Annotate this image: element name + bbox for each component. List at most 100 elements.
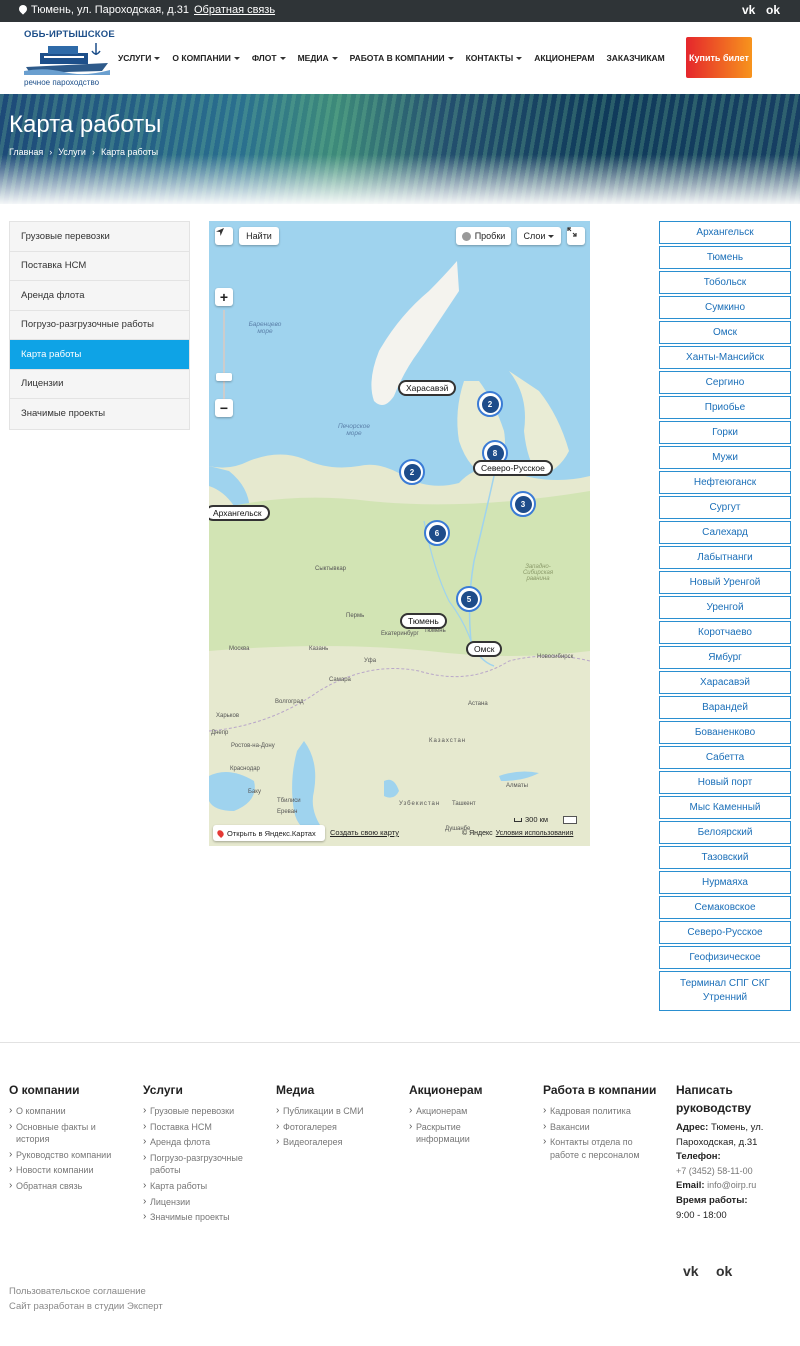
open-yandex-maps-button[interactable]: Открыть в Яндекс.Картах bbox=[213, 825, 325, 841]
map-cluster[interactable]: 2 bbox=[477, 391, 503, 417]
logo[interactable]: ОБЬ-ИРТЫШСКОЕ речное пароходство bbox=[24, 29, 115, 87]
odnoklassniki-icon[interactable]: ok bbox=[766, 3, 780, 17]
map-cluster[interactable]: 2 bbox=[399, 459, 425, 485]
nav-media[interactable]: МЕДИА bbox=[298, 53, 338, 63]
buy-ticket-button[interactable]: Купить билет bbox=[686, 37, 752, 78]
footer-link[interactable]: Видеогалерея bbox=[276, 1135, 396, 1149]
city-button[interactable]: Архангельск bbox=[659, 221, 791, 244]
breadcrumb-home[interactable]: Главная bbox=[9, 147, 43, 157]
city-button[interactable]: Мыс Каменный bbox=[659, 796, 791, 819]
footer-link[interactable]: О компании bbox=[9, 1104, 129, 1118]
zoom-in-button[interactable]: + bbox=[215, 288, 233, 306]
zoom-out-button[interactable]: − bbox=[215, 399, 233, 417]
breadcrumb-services[interactable]: Услуги bbox=[58, 147, 86, 157]
nav-fleet[interactable]: ФЛОТ bbox=[252, 53, 286, 63]
map-marker-label[interactable]: Архангельск bbox=[209, 505, 270, 521]
developer-credit[interactable]: Сайт разработан в студии Эксперт bbox=[9, 1301, 163, 1312]
footer-link[interactable]: Вакансии bbox=[543, 1120, 658, 1134]
city-button[interactable]: Семаковское bbox=[659, 896, 791, 919]
city-button[interactable]: Белоярский bbox=[659, 821, 791, 844]
nav-shareholders[interactable]: АКЦИОНЕРАМ bbox=[534, 53, 594, 63]
city-button[interactable]: Сабетта bbox=[659, 746, 791, 769]
footer-link[interactable]: Обратная связь bbox=[9, 1179, 129, 1193]
nav-customers[interactable]: ЗАКАЗЧИКАМ bbox=[606, 53, 664, 63]
city-button[interactable]: Харасавэй bbox=[659, 671, 791, 694]
city-button[interactable]: Тазовский bbox=[659, 846, 791, 869]
city-button[interactable]: Ханты-Мансийск bbox=[659, 346, 791, 369]
footer-link[interactable]: Карта работы bbox=[143, 1179, 267, 1193]
feedback-link[interactable]: Обратная связь bbox=[194, 4, 275, 16]
nav-services[interactable]: УСЛУГИ bbox=[118, 53, 161, 63]
footer-link[interactable]: Основные факты и история bbox=[9, 1120, 129, 1146]
footer-link[interactable]: Контакты отдела по работе с персоналом bbox=[543, 1135, 653, 1161]
footer-link[interactable]: Руководство компании bbox=[9, 1148, 129, 1162]
city-button[interactable]: Ямбург bbox=[659, 646, 791, 669]
sidebar-item-licenses[interactable]: Лицензии bbox=[10, 369, 189, 399]
vk-icon[interactable]: vk bbox=[742, 3, 755, 17]
footer-link[interactable]: Грузовые перевозки bbox=[143, 1104, 267, 1118]
phone-value[interactable]: +7 (3452) 58-11-00 bbox=[676, 1165, 796, 1179]
terms-link[interactable]: Условия использования bbox=[496, 830, 574, 837]
city-button[interactable]: Приобье bbox=[659, 396, 791, 419]
city-button[interactable]: Геофизическое bbox=[659, 946, 791, 969]
city-button[interactable]: Мужи bbox=[659, 446, 791, 469]
zoom-slider-handle[interactable] bbox=[216, 373, 232, 381]
map-cluster[interactable]: 5 bbox=[456, 586, 482, 612]
city-button[interactable]: Тюмень bbox=[659, 246, 791, 269]
user-agreement-link[interactable]: Пользовательское соглашение bbox=[9, 1286, 146, 1297]
city-button[interactable]: Сергино bbox=[659, 371, 791, 394]
city-button[interactable]: Сургут bbox=[659, 496, 791, 519]
city-button[interactable]: Сумкино bbox=[659, 296, 791, 319]
footer-link[interactable]: Фотогалерея bbox=[276, 1120, 396, 1134]
city-button[interactable]: Терминал СПГ СКГ Утренний bbox=[659, 971, 791, 1011]
map-find-button[interactable]: Найти bbox=[239, 227, 279, 245]
footer-link[interactable]: Погрузо-разгрузочные работы bbox=[143, 1151, 267, 1177]
map-cluster[interactable]: 3 bbox=[510, 491, 536, 517]
city-button[interactable]: Варандей bbox=[659, 696, 791, 719]
traffic-button[interactable]: Пробки bbox=[456, 227, 511, 245]
city-button[interactable]: Нефтеюганск bbox=[659, 471, 791, 494]
city-button[interactable]: Нурмаяха bbox=[659, 871, 791, 894]
nav-about[interactable]: О КОМПАНИИ bbox=[172, 53, 240, 63]
map-marker-label[interactable]: Тюмень bbox=[400, 613, 447, 629]
footer-link[interactable]: Лицензии bbox=[143, 1195, 267, 1209]
map-marker-label[interactable]: Северо-Русское bbox=[473, 460, 553, 476]
city-button[interactable]: Омск bbox=[659, 321, 791, 344]
city-button[interactable]: Тобольск bbox=[659, 271, 791, 294]
zoom-slider[interactable] bbox=[223, 310, 225, 404]
sidebar-item-cargo[interactable]: Грузовые перевозки bbox=[10, 222, 189, 252]
sidebar-item-work-map[interactable]: Карта работы bbox=[10, 340, 189, 370]
map-marker-label[interactable]: Омск bbox=[466, 641, 503, 657]
map-cluster[interactable]: 6 bbox=[424, 520, 450, 546]
sidebar-item-projects[interactable]: Значимые проекты bbox=[10, 399, 189, 429]
footer-link[interactable]: Аренда флота bbox=[143, 1135, 267, 1149]
sidebar-item-nsm[interactable]: Поставка НСМ bbox=[10, 251, 189, 281]
sidebar-item-loading[interactable]: Погрузо-разгрузочные работы bbox=[10, 310, 189, 340]
yandex-map[interactable]: Найти Пробки Слои + − Баренцево море Печ… bbox=[209, 221, 590, 846]
nav-careers[interactable]: РАБОТА В КОМПАНИИ bbox=[350, 53, 454, 63]
layers-button[interactable]: Слои bbox=[517, 227, 561, 245]
create-map-link[interactable]: Создать свою карту bbox=[330, 828, 399, 837]
footer-link[interactable]: Значимые проекты bbox=[143, 1210, 267, 1224]
city-button[interactable]: Уренгой bbox=[659, 596, 791, 619]
footer-link[interactable]: Акционерам bbox=[409, 1104, 519, 1118]
city-button[interactable]: Лабытнанги bbox=[659, 546, 791, 569]
sidebar-item-fleet-rent[interactable]: Аренда флота bbox=[10, 281, 189, 311]
footer-link[interactable]: Новости компании bbox=[9, 1163, 129, 1177]
map-marker-label[interactable]: Харасавэй bbox=[398, 380, 457, 396]
city-button[interactable]: Новый порт bbox=[659, 771, 791, 794]
city-button[interactable]: Коротчаево bbox=[659, 621, 791, 644]
ruler-icon[interactable] bbox=[563, 815, 578, 824]
footer-link[interactable]: Кадровая политика bbox=[543, 1104, 658, 1118]
fullscreen-icon[interactable] bbox=[567, 227, 585, 245]
city-button[interactable]: Новый Уренгой bbox=[659, 571, 791, 594]
city-button[interactable]: Салехард bbox=[659, 521, 791, 544]
geolocation-icon[interactable] bbox=[215, 227, 233, 245]
footer-vk-icon[interactable]: vk bbox=[683, 1263, 699, 1279]
city-button[interactable]: Северо-Русское bbox=[659, 921, 791, 944]
nav-contacts[interactable]: КОНТАКТЫ bbox=[466, 53, 523, 63]
footer-link[interactable]: Поставка НСМ bbox=[143, 1120, 267, 1134]
footer-odnoklassniki-icon[interactable]: ok bbox=[716, 1263, 732, 1279]
email-value[interactable]: info@oirp.ru bbox=[707, 1180, 756, 1190]
footer-link[interactable]: Раскрытие информации bbox=[409, 1120, 481, 1146]
